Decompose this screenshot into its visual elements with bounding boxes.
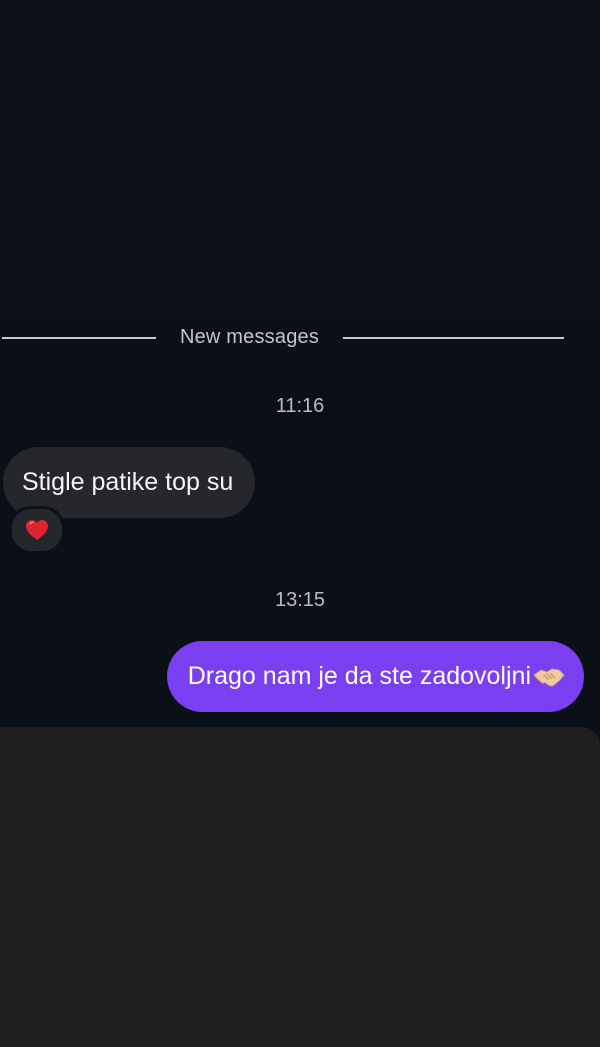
message-text: Stigle patike top su xyxy=(22,468,234,496)
chat-screen: New messages 11:16 Stigle patike top su … xyxy=(0,0,600,1047)
red-heart-icon xyxy=(25,519,49,541)
outgoing-message-bubble[interactable]: Drago nam je da ste zadovoljni xyxy=(166,641,584,712)
new-messages-label: New messages xyxy=(179,326,320,348)
new-messages-divider: New messages xyxy=(0,318,600,358)
handshake-icon xyxy=(532,664,566,690)
timestamp: 13:15 xyxy=(274,589,326,611)
divider-line-left xyxy=(2,337,156,339)
message-text: Drago nam je da ste zadovoljni xyxy=(187,662,531,690)
chat-history-area xyxy=(0,0,600,318)
reaction-badge[interactable] xyxy=(9,506,65,554)
timestamp: 11:16 xyxy=(275,395,325,417)
divider-line-right xyxy=(343,337,564,339)
bottom-panel xyxy=(0,727,600,1047)
